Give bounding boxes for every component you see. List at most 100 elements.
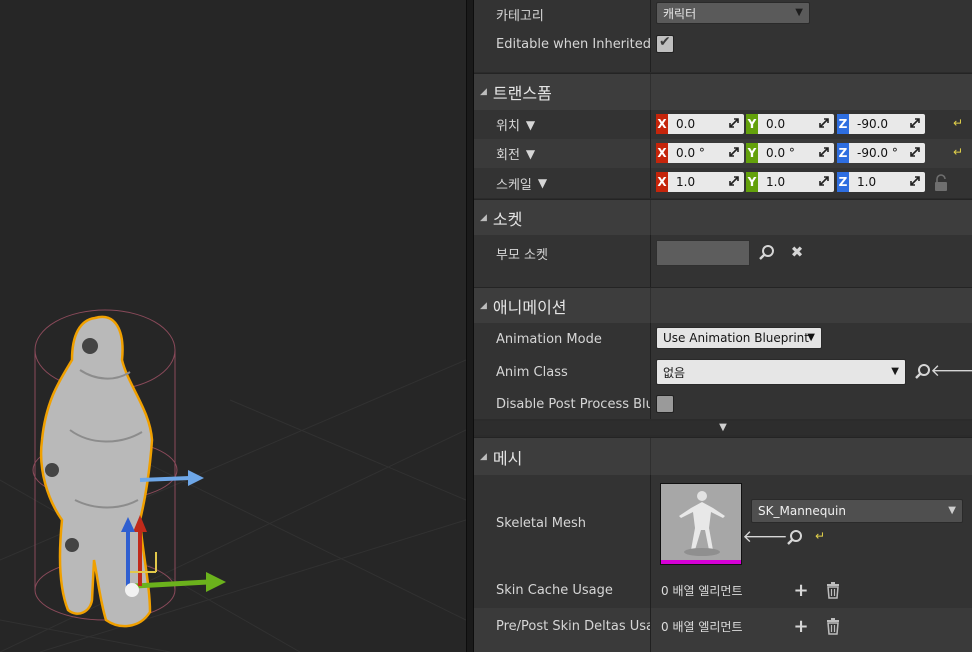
editable-when-inherited-row: Editable when Inherited ✔ [474, 28, 972, 72]
chevron-down-icon[interactable]: ▼ [526, 118, 535, 132]
close-icon[interactable]: ✖ [787, 242, 807, 262]
spin-arrows-icon [910, 176, 920, 186]
location-x-field[interactable]: X 0.0 [656, 114, 744, 134]
rotation-y-field[interactable]: Y 0.0 ° [746, 143, 834, 163]
location-z-field[interactable]: Z -90.0 [837, 114, 925, 134]
location-label[interactable]: 위치 [496, 115, 520, 134]
search-icon[interactable] [757, 243, 777, 263]
mannequin-mesh [39, 315, 154, 628]
reset-to-default-icon[interactable]: ↵ [815, 529, 825, 543]
chevron-down-icon[interactable]: ▼ [538, 176, 547, 190]
skin-deltas-usage-row: Pre/Post Skin Deltas Usage 0 배열 엘리먼트 + [474, 608, 972, 652]
collapse-triangle-icon: ◢ [480, 212, 487, 223]
transform-title: 트랜스폼 [492, 84, 552, 103]
skeletal-mesh-thumbnail[interactable] [660, 483, 742, 565]
animation-mode-row: Animation Mode Use Animation Blueprint ▼ [474, 323, 972, 355]
skeletal-mesh-combo[interactable]: SK_Mannequin ▼ [751, 499, 963, 523]
disable-post-process-checkbox[interactable] [656, 395, 674, 413]
arrow-left-icon[interactable]: 🡐 [742, 527, 788, 547]
location-z-value[interactable]: -90.0 [857, 117, 888, 131]
scale-z-value[interactable]: 1.0 [857, 175, 876, 189]
rotation-y-value[interactable]: 0.0 ° [766, 146, 795, 160]
parent-socket-label: 부모 소켓 [496, 247, 548, 263]
skeletal-mesh-row: Skeletal Mesh SK_Mannequin ▼ 🡐 ↵ [474, 475, 972, 572]
panel-splitter[interactable] [466, 0, 474, 652]
spin-arrows-icon [819, 147, 829, 157]
rotation-z-value[interactable]: -90.0 ° [857, 146, 898, 160]
rotation-x-field[interactable]: X 0.0 ° [656, 143, 744, 163]
category-combo[interactable]: 캐릭터 ▼ [656, 2, 810, 24]
spin-arrows-icon [819, 118, 829, 128]
advanced-expand-button[interactable]: ▼ [474, 421, 972, 435]
mesh-section-header[interactable]: ◢ 메시 [474, 437, 972, 475]
arrow-left-icon[interactable]: 🡐 [930, 361, 972, 381]
axis-y-label: Y [746, 114, 758, 134]
scale-label[interactable]: 스케일 [496, 174, 532, 193]
axis-x-label: X [656, 143, 668, 163]
mesh-title: 메시 [492, 448, 523, 468]
reset-to-default-icon[interactable]: ↵ [953, 116, 963, 130]
axis-x-label: X [656, 114, 668, 134]
chevron-down-icon: ▼ [948, 505, 956, 516]
search-icon[interactable] [785, 528, 805, 548]
category-row: 카테고리 캐릭터 ▼ [474, 0, 972, 28]
location-y-value[interactable]: 0.0 [766, 117, 785, 131]
parent-socket-row: 부모 소켓 ✖ [474, 235, 972, 287]
editable-when-inherited-label: Editable when Inherited [496, 36, 650, 52]
spin-arrows-icon [910, 147, 920, 157]
chevron-down-icon: ▼ [795, 7, 803, 18]
animation-mode-combo[interactable]: Use Animation Blueprint ▼ [656, 327, 822, 349]
location-y-field[interactable]: Y 0.0 [746, 114, 834, 134]
socket-section-header[interactable]: ◢ 소켓 [474, 199, 972, 235]
rotation-row: 회전 ▼ X 0.0 ° Y 0.0 ° Z -90.0 ° ↵ [474, 139, 972, 168]
skin-cache-usage-label: Skin Cache Usage [496, 582, 613, 598]
animation-section-header[interactable]: ◢ 애니메이션 [474, 287, 972, 323]
axis-y-label: Y [746, 172, 758, 192]
checkmark-icon: ✔ [659, 34, 671, 50]
transform-section-header[interactable]: ◢ 트랜스폼 [474, 73, 972, 110]
level-viewport[interactable] [0, 0, 466, 652]
category-value: 캐릭터 [663, 6, 697, 21]
trash-icon[interactable] [823, 616, 843, 636]
lock-icon[interactable] [933, 174, 949, 192]
plus-icon[interactable]: + [791, 616, 811, 637]
chevron-down-icon[interactable]: ▼ [526, 147, 535, 161]
anim-class-row: Anim Class 없음 ▼ 🡐 [474, 355, 972, 389]
animation-mode-label: Animation Mode [496, 331, 602, 347]
collapse-triangle-icon: ◢ [480, 300, 487, 311]
scale-y-field[interactable]: Y 1.0 [746, 172, 834, 192]
parent-socket-input[interactable] [656, 240, 750, 266]
trash-icon[interactable] [823, 580, 843, 600]
spin-arrows-icon [729, 176, 739, 186]
socket-title: 소켓 [492, 209, 523, 229]
plus-icon[interactable]: + [791, 580, 811, 601]
scale-x-value[interactable]: 1.0 [676, 175, 695, 189]
disable-post-process-row: Disable Post Process Blueprint [474, 389, 972, 419]
animation-mode-value: Use Animation Blueprint [663, 331, 809, 345]
scale-y-value[interactable]: 1.0 [766, 175, 785, 189]
spin-arrows-icon [729, 118, 739, 128]
skin-cache-usage-value: 0 배열 엘리먼트 [661, 584, 743, 598]
skin-deltas-usage-label: Pre/Post Skin Deltas Usage [496, 618, 650, 634]
rotation-label[interactable]: 회전 [496, 144, 520, 163]
rotation-x-value[interactable]: 0.0 ° [676, 146, 705, 160]
disable-post-process-label: Disable Post Process Blueprint [496, 396, 650, 412]
scale-z-field[interactable]: Z 1.0 [837, 172, 925, 192]
axis-x-label: X [656, 172, 668, 192]
anim-class-label: Anim Class [496, 364, 568, 380]
chevron-down-icon: ▼ [891, 366, 899, 377]
collapse-triangle-icon: ◢ [480, 87, 487, 97]
mannequin-thumbnail-image [661, 484, 741, 562]
axis-z-label: Z [837, 114, 849, 134]
axis-z-label: Z [837, 143, 849, 163]
scale-x-field[interactable]: X 1.0 [656, 172, 744, 192]
spin-arrows-icon [819, 176, 829, 186]
anim-class-combo[interactable]: 없음 ▼ [656, 359, 906, 385]
category-label: 카테고리 [496, 8, 544, 24]
skin-cache-usage-row: Skin Cache Usage 0 배열 엘리먼트 + [474, 572, 972, 608]
location-row: 위치 ▼ X 0.0 Y 0.0 Z -90.0 ↵ [474, 110, 972, 139]
rotation-z-field[interactable]: Z -90.0 ° [837, 143, 925, 163]
reset-to-default-icon[interactable]: ↵ [953, 145, 963, 159]
location-x-value[interactable]: 0.0 [676, 117, 695, 131]
editable-when-inherited-checkbox[interactable]: ✔ [656, 34, 674, 53]
